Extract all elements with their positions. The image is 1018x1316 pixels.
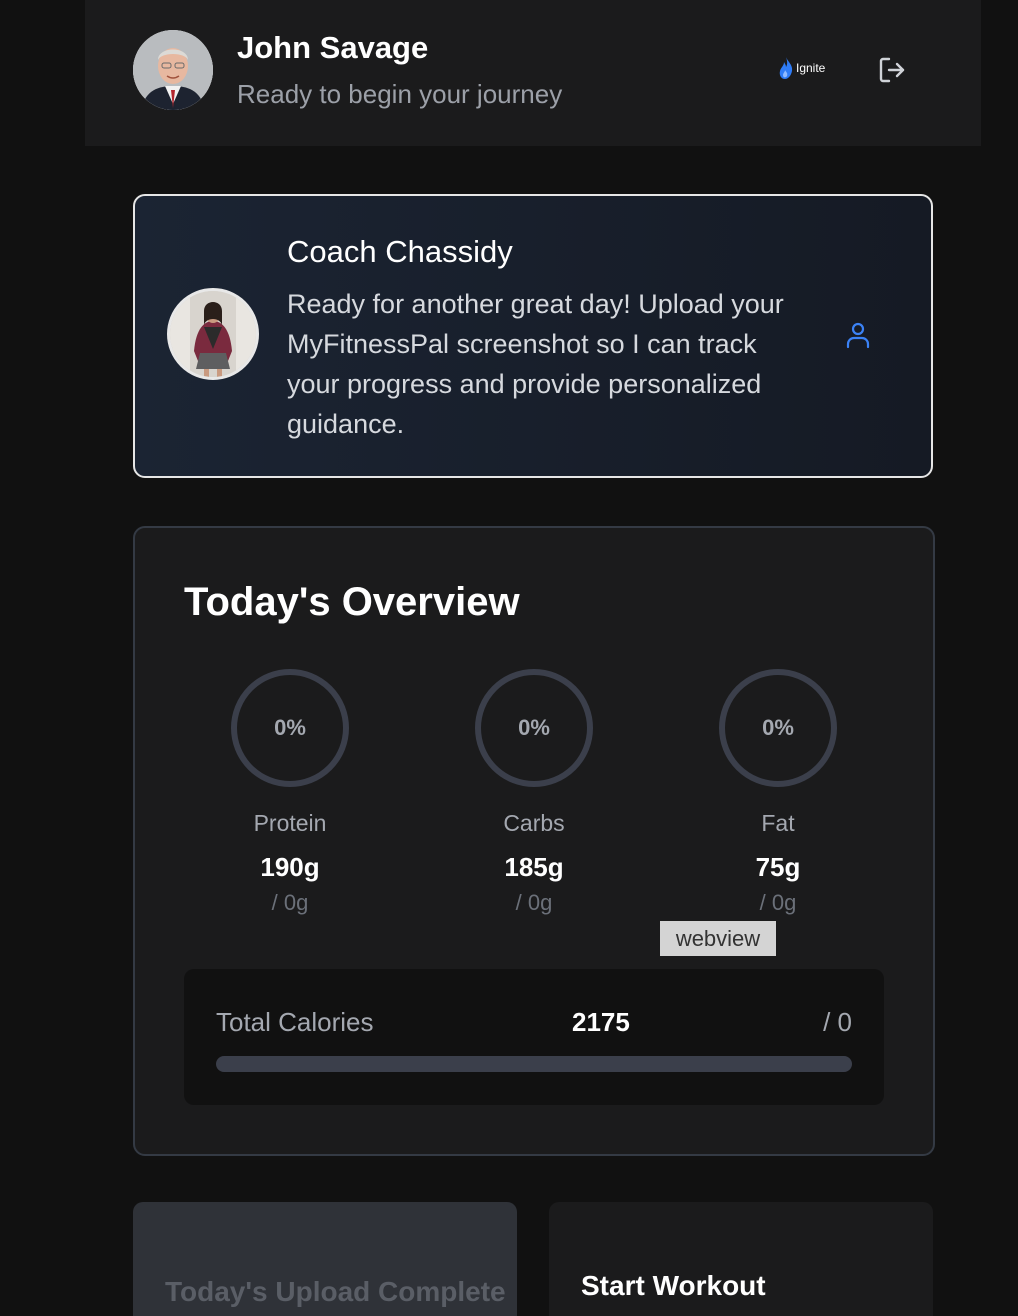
carbs-value: 185g: [504, 852, 564, 882]
start-workout-label: Start Workout: [581, 1270, 766, 1301]
protein-label: Protein: [253, 810, 327, 836]
macro-carbs: 0% Carbs 185g / 0g: [434, 668, 634, 928]
calories-progress-bar: [216, 1056, 852, 1072]
coach-message: Ready for another great day! Upload your…: [287, 289, 784, 439]
user-name: John Savage: [237, 30, 429, 65]
protein-percent: 0%: [274, 715, 306, 740]
coach-avatar-image: [170, 291, 256, 377]
carbs-percent: 0%: [518, 715, 550, 740]
brand-logo: Ignite: [779, 54, 825, 82]
protein-value: 190g: [260, 852, 320, 882]
carbs-label: Carbs: [503, 810, 565, 836]
carbs-target: / 0g: [515, 890, 553, 915]
total-calories-panel: Total Calories 2175 / 0: [184, 969, 884, 1105]
calories-target: / 0: [823, 1007, 852, 1037]
brand-name: Ignite: [796, 61, 826, 75]
user-avatar-image: [133, 30, 213, 110]
fat-value: 75g: [755, 852, 801, 882]
app-root: John Savage Ready to begin your journey …: [0, 0, 1018, 1316]
header: John Savage Ready to begin your journey …: [85, 0, 981, 146]
fat-target: / 0g: [759, 890, 797, 915]
fat-percent: 0%: [762, 715, 794, 740]
calories-label: Total Calories: [216, 1007, 374, 1037]
calories-value: 2175: [572, 1007, 630, 1037]
macro-fat: 0% Fat 75g / 0g: [678, 668, 878, 928]
fat-label: Fat: [761, 810, 795, 836]
coach-avatar[interactable]: [167, 288, 259, 380]
coach-name: Coach Chassidy: [287, 234, 513, 269]
coach-card: Coach Chassidy Ready for another great d…: [133, 194, 933, 478]
upload-status-card: Today's Upload Complete: [133, 1202, 517, 1316]
macro-protein: 0% Protein 190g / 0g: [190, 668, 390, 928]
protein-target: / 0g: [271, 890, 309, 915]
user-subtitle: Ready to begin your journey: [237, 79, 563, 109]
coach-profile-button[interactable]: [843, 320, 873, 350]
user-icon: [846, 322, 870, 349]
start-workout-button[interactable]: Start Workout: [549, 1202, 933, 1316]
user-avatar[interactable]: [133, 30, 213, 110]
overview-title: Today's Overview: [184, 580, 520, 624]
logout-icon: [879, 57, 905, 83]
webview-tooltip: webview: [660, 921, 776, 956]
flame-icon: [779, 57, 793, 79]
upload-status-label: Today's Upload Complete: [165, 1276, 506, 1307]
overview-card: Today's Overview 0% Protein 190g / 0g 0%…: [133, 526, 935, 1156]
logout-button[interactable]: [875, 53, 909, 87]
